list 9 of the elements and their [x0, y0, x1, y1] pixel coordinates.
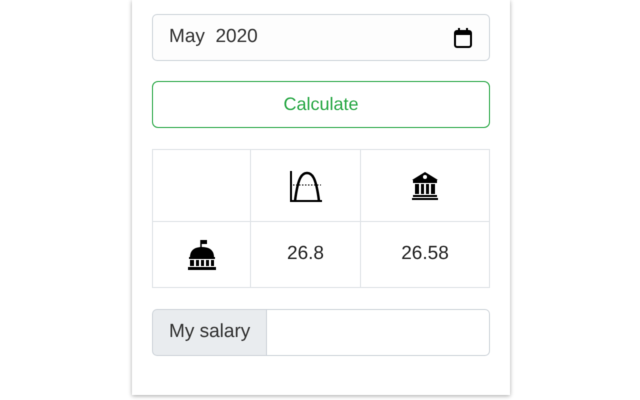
capitol-building-icon: [186, 238, 218, 270]
table-cell: 26.58: [360, 222, 490, 288]
month-field[interactable]: May 2020: [152, 14, 490, 61]
table-cell: 26.8: [250, 222, 360, 288]
bank-icon: [411, 170, 439, 200]
salary-label: My salary: [152, 309, 268, 356]
salary-input[interactable]: [267, 309, 490, 356]
bell-curve-chart-icon: [288, 168, 322, 202]
calendar-icon[interactable]: [453, 26, 473, 48]
